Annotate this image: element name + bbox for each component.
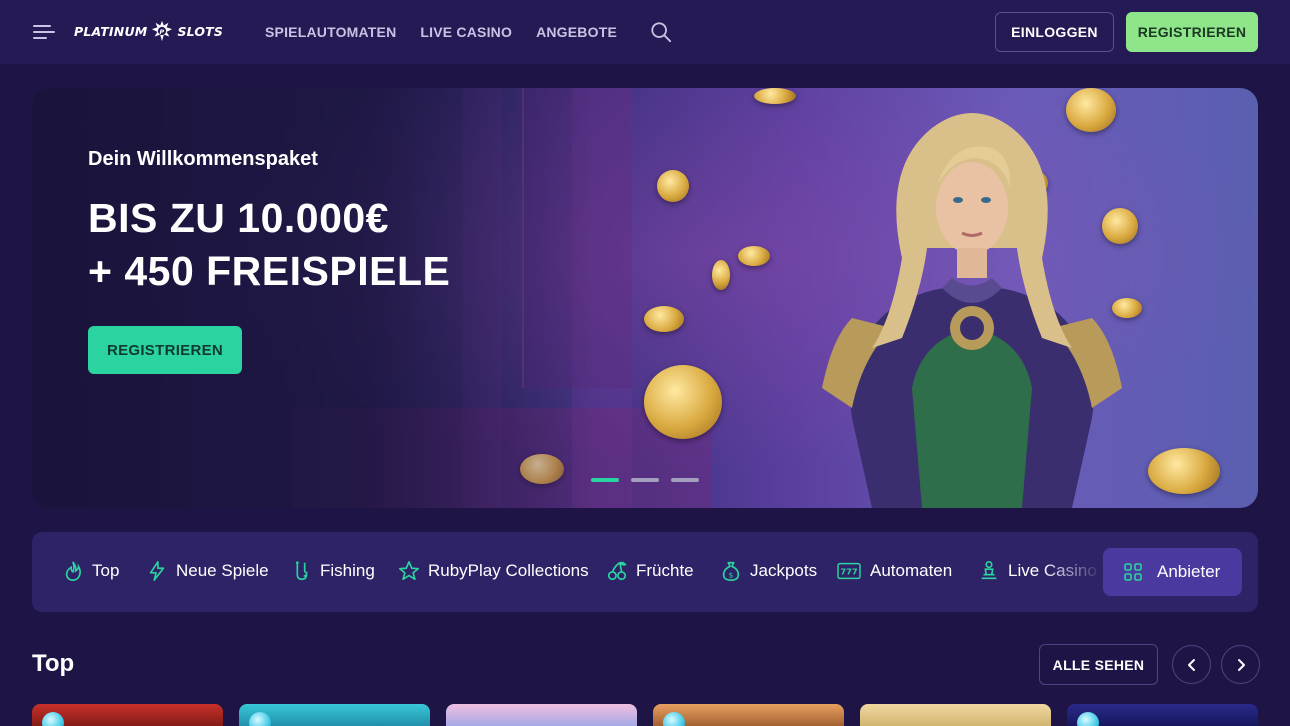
- carousel-dot[interactable]: [591, 478, 619, 482]
- category-fade: [1042, 532, 1102, 612]
- main-nav: SPIELAUTOMATEN LIVE CASINO ANGEBOTE: [265, 24, 617, 40]
- prev-button[interactable]: [1172, 645, 1211, 684]
- star-icon: [399, 561, 419, 581]
- game-tile[interactable]: [653, 704, 844, 726]
- see-all-button[interactable]: ALLE SEHEN: [1039, 644, 1158, 685]
- game-tile[interactable]: [860, 704, 1051, 726]
- logo-star-icon: P: [152, 20, 173, 42]
- hero-subtitle: Dein Willkommenspaket: [88, 148, 318, 170]
- coin-image: [657, 170, 689, 202]
- category-label: Jackpots: [750, 561, 818, 580]
- category-label: Top: [92, 561, 120, 580]
- 777-icon: 777: [837, 562, 861, 580]
- hero-title: BIS ZU 10.000€ + 450 FREISPIELE: [88, 192, 450, 298]
- cherry-icon: [607, 561, 627, 581]
- svg-text:P: P: [160, 28, 165, 36]
- svg-text:$: $: [729, 570, 734, 579]
- coin-image: [712, 260, 730, 290]
- logo-text: PLATINUM: [74, 23, 148, 39]
- nav-angebote[interactable]: ANGEBOTE: [536, 24, 617, 40]
- carousel-dots: [591, 478, 699, 482]
- game-tile[interactable]: [446, 704, 637, 726]
- carousel-dot[interactable]: [671, 478, 699, 482]
- top-header: PLATINUM P SLOTS SPIELAUTOMATEN LIVE CAS…: [0, 0, 1290, 64]
- moneybag-icon: $: [722, 561, 740, 581]
- section-title: Top: [32, 650, 75, 677]
- hero-title-line2: + 450 FREISPIELE: [88, 248, 451, 294]
- category-label: Früchte: [636, 561, 694, 580]
- chevron-left-icon: [1187, 658, 1195, 671]
- coin-image: [644, 306, 684, 332]
- dealer-icon: [981, 561, 997, 580]
- hero-character-image: [822, 113, 1122, 508]
- flame-icon: [65, 561, 81, 581]
- game-tile[interactable]: [1067, 704, 1258, 726]
- category-label: Automaten: [870, 561, 953, 580]
- category-label: Fishing: [320, 561, 375, 580]
- coin-image: [754, 88, 796, 104]
- category-top[interactable]: Top: [62, 560, 119, 582]
- hero-banner[interactable]: Dein Willkommenspaket BIS ZU 10.000€ + 4…: [32, 88, 1258, 508]
- category-bar: Top Neue Spiele Fishing RubyPlay Collect…: [32, 532, 1258, 612]
- category-label: Neue Spiele: [176, 561, 269, 580]
- coin-image: [520, 454, 564, 484]
- gem-icon: [249, 712, 271, 726]
- category-fruechte[interactable]: Früchte: [606, 560, 694, 582]
- gem-icon: [1077, 712, 1099, 726]
- game-tile[interactable]: [32, 704, 223, 726]
- logo[interactable]: PLATINUM P SLOTS: [74, 20, 223, 42]
- register-button[interactable]: REGISTRIEREN: [1126, 12, 1258, 52]
- providers-button[interactable]: Anbieter: [1103, 548, 1242, 596]
- gem-icon: [42, 712, 64, 726]
- coin-image: [644, 365, 722, 439]
- coin-image: [738, 246, 770, 266]
- nav-spielautomaten[interactable]: SPIELAUTOMATEN: [265, 24, 396, 40]
- category-neue-spiele[interactable]: Neue Spiele: [146, 560, 269, 582]
- logo-suffix: SLOTS: [177, 23, 224, 39]
- category-label: RubyPlay Collections: [428, 561, 589, 580]
- fishhook-icon: [295, 561, 308, 581]
- grid-icon: [1124, 563, 1142, 581]
- carousel-dot[interactable]: [631, 478, 659, 482]
- category-jackpots[interactable]: $ Jackpots: [720, 560, 817, 582]
- providers-label: Anbieter: [1157, 562, 1221, 581]
- category-fishing[interactable]: Fishing: [290, 560, 375, 582]
- menu-icon[interactable]: [33, 22, 55, 42]
- hero-title-line1: BIS ZU 10.000€: [88, 195, 389, 241]
- game-tile[interactable]: [239, 704, 430, 726]
- gem-icon: [663, 712, 685, 726]
- category-automaten[interactable]: 777 Automaten: [836, 560, 952, 582]
- coin-image: [1148, 448, 1220, 494]
- search-icon[interactable]: [650, 21, 672, 43]
- category-rubyplay[interactable]: RubyPlay Collections: [398, 560, 589, 582]
- lightning-icon: [149, 561, 165, 581]
- login-button[interactable]: EINLOGGEN: [995, 12, 1114, 52]
- hero-register-button[interactable]: REGISTRIEREN: [88, 326, 242, 374]
- next-button[interactable]: [1221, 645, 1260, 684]
- nav-live-casino[interactable]: LIVE CASINO: [420, 24, 512, 40]
- svg-text:777: 777: [840, 567, 857, 577]
- chevron-right-icon: [1237, 658, 1245, 671]
